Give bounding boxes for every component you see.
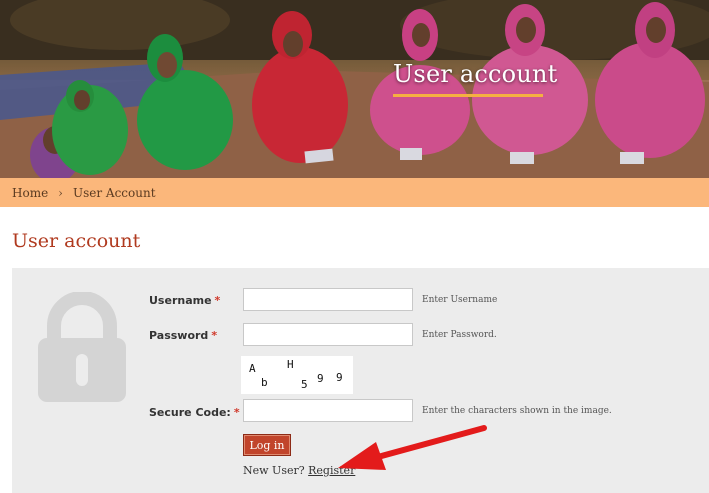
breadcrumb-home-link[interactable]: Home	[12, 186, 48, 200]
breadcrumb-separator-icon: ›	[58, 185, 63, 200]
username-input[interactable]	[243, 288, 413, 311]
annotation-arrow	[338, 425, 487, 470]
login-button[interactable]: Log in	[243, 434, 291, 456]
captcha-char: 5	[301, 378, 308, 391]
banner-title-underline	[393, 94, 543, 97]
captcha-char: 9	[336, 371, 343, 384]
captcha-char: 9	[317, 372, 324, 385]
new-user-text: New User?	[243, 464, 305, 477]
username-hint: Enter Username	[422, 295, 498, 305]
password-label: Password *	[149, 329, 218, 342]
breadcrumb: Home › User Account	[0, 178, 709, 207]
secure-code-hint: Enter the characters shown in the image.	[422, 406, 612, 416]
header-banner: User account	[0, 0, 709, 178]
required-mark: *	[233, 406, 240, 419]
banner-photo	[0, 0, 709, 178]
captcha-char: H	[287, 358, 294, 371]
captcha-char: A	[249, 362, 256, 375]
password-input[interactable]	[243, 323, 413, 346]
breadcrumb-current: User Account	[72, 185, 156, 200]
page-title: User account	[12, 230, 141, 252]
secure-code-label: Secure Code: *	[149, 406, 240, 419]
required-mark: *	[214, 294, 221, 307]
captcha-image: A H b 5 9 9	[241, 356, 353, 394]
password-hint: Enter Password.	[422, 330, 497, 340]
secure-code-input[interactable]	[243, 399, 413, 422]
required-mark: *	[211, 329, 218, 342]
captcha-char: b	[261, 376, 268, 389]
banner-title: User account	[393, 60, 558, 88]
username-label: Username *	[149, 294, 221, 307]
lock-icon	[38, 292, 126, 402]
